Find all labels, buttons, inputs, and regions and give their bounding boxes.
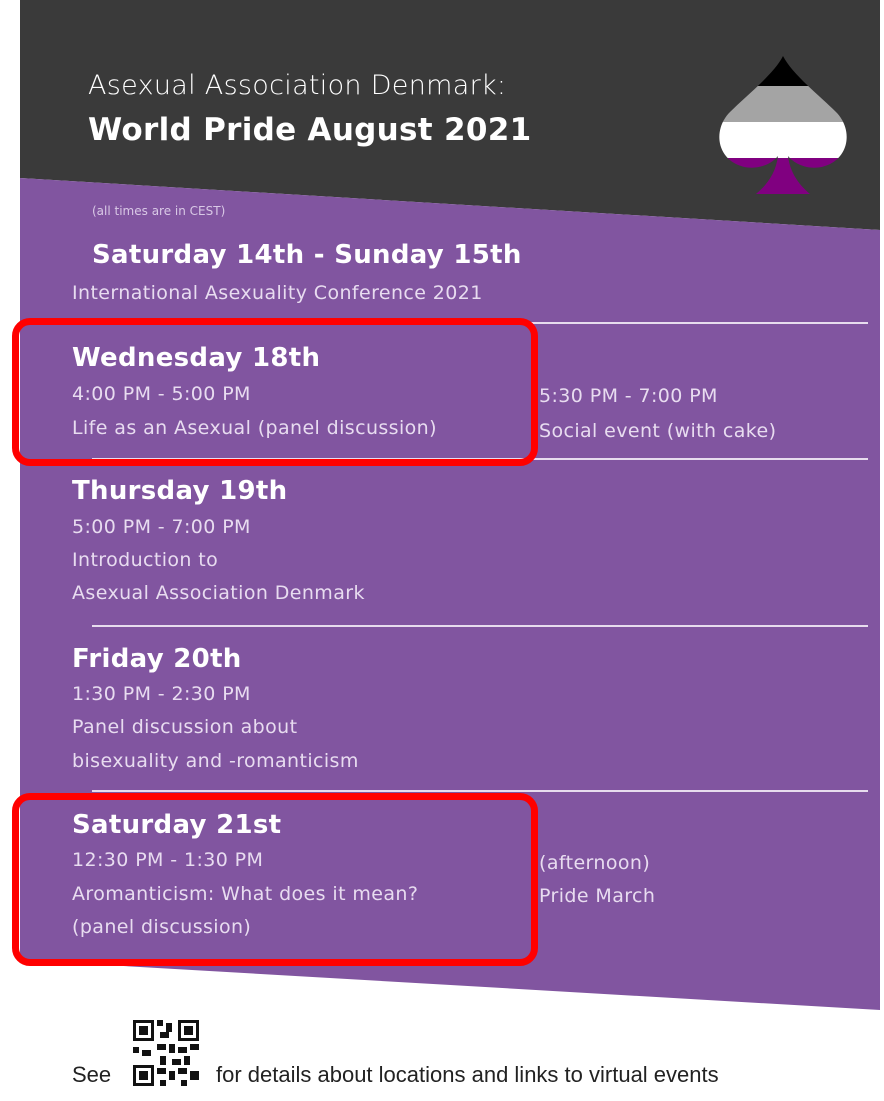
event-day-1: Saturday 14th - Sunday 15th — [92, 240, 522, 270]
event-day-4: Friday 20th — [72, 644, 242, 674]
highlight-saturday-21 — [12, 793, 538, 966]
event-2-side-time: 5:30 PM - 7:00 PM — [539, 385, 718, 407]
event-4-time: 1:30 PM - 2:30 PM — [72, 683, 251, 705]
event-1-line-1: International Asexuality Conference 2021 — [72, 282, 483, 304]
divider-3 — [92, 625, 868, 627]
event-2-side-title: Social event (with cake) — [539, 420, 777, 442]
poster-title-event: World Pride August 2021 — [88, 112, 532, 148]
event-3-time: 5:00 PM - 7:00 PM — [72, 516, 251, 538]
qr-code-icon[interactable] — [122, 1020, 210, 1086]
event-day-3: Thursday 19th — [72, 476, 288, 506]
event-5-side-time: (afternoon) — [539, 852, 651, 874]
event-3-line-3: Asexual Association Denmark — [72, 582, 365, 604]
footer-see: See — [72, 1062, 112, 1087]
event-5-side-title: Pride March — [539, 885, 656, 907]
highlight-wednesday — [12, 318, 538, 466]
divider-4 — [92, 790, 868, 792]
event-4-line-2: Panel discussion about — [72, 716, 298, 738]
poster-title-org: Asexual Association Denmark: — [88, 70, 507, 101]
event-3-line-2: Introduction to — [72, 549, 219, 571]
timezone-note: (all times are in CEST) — [92, 204, 226, 218]
asexual-flag-spade-icon — [719, 56, 847, 194]
footer-details: for details about locations and links to… — [216, 1062, 719, 1087]
event-4-line-3: bisexuality and -romanticism — [72, 750, 359, 772]
